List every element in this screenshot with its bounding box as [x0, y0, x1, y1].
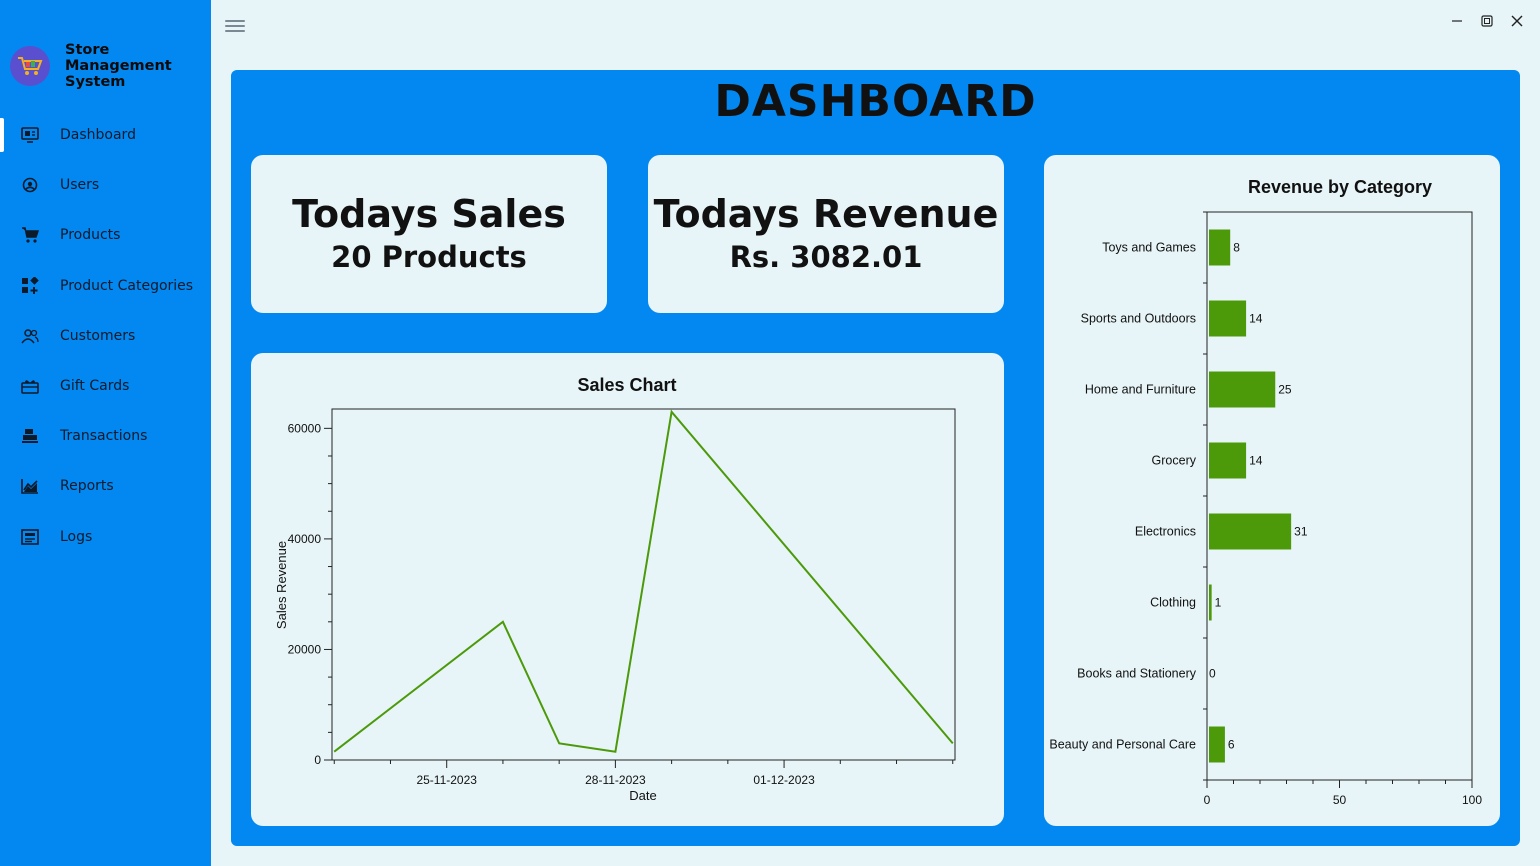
- sales-chart: Sales Chart 0 20000 40000 60000 25-11-2023 28-…: [274, 375, 956, 803]
- chart-icon: [21, 477, 39, 495]
- todays-revenue-card: Todays Revenue Rs. 3082.01: [648, 155, 1004, 313]
- todays-sales-card: Todays Sales 20 Products: [251, 155, 607, 313]
- todays-revenue-title: Todays Revenue: [653, 192, 999, 236]
- sidebar-item-label: Dashboard: [60, 127, 136, 144]
- x-tick-label: 0: [1204, 793, 1211, 807]
- x-tick-label: 01-12-2023: [753, 773, 815, 787]
- app-name-line: System: [65, 74, 126, 90]
- category-label: Home and Furniture: [1085, 383, 1196, 397]
- category-bar: [1209, 300, 1247, 337]
- app-name: Store Management System: [65, 42, 185, 90]
- todays-revenue-value: Rs. 3082.01: [729, 240, 923, 274]
- customers-icon: [21, 327, 39, 345]
- category-label: Books and Stationery: [1077, 667, 1197, 681]
- category-bar: [1209, 229, 1231, 266]
- sidebar-item-label: Customers: [60, 327, 136, 344]
- category-bar: [1209, 584, 1212, 621]
- maximize-icon[interactable]: [1476, 10, 1498, 32]
- y-tick-label: 0: [314, 753, 321, 767]
- todays-sales-value: 20 Products: [331, 240, 527, 274]
- app-name-line: Management: [65, 58, 172, 74]
- category-bar: [1209, 726, 1225, 763]
- todays-sales-title: Todays Sales: [292, 192, 566, 236]
- sidebar-item-label: Logs: [60, 528, 93, 545]
- gift-card-icon: [21, 377, 39, 395]
- sidebar-item-label: Users: [60, 177, 100, 194]
- dashboard-icon: [21, 126, 39, 144]
- bar-value-label: 31: [1294, 525, 1308, 539]
- bar-value-label: 14: [1249, 454, 1263, 468]
- x-tick-label: 28-11-2023: [585, 773, 646, 787]
- x-axis-label: Date: [629, 788, 656, 803]
- category-chart-title: Revenue by Category: [1248, 177, 1432, 197]
- bar-value-label: 6: [1228, 738, 1235, 752]
- bar-value-label: 1: [1215, 596, 1222, 610]
- y-axis-label: Sales Revenue: [274, 541, 289, 629]
- app-name-line: Store: [65, 42, 110, 58]
- sidebar-item-product-categories[interactable]: Product Categories: [0, 261, 211, 311]
- close-icon[interactable]: [1506, 10, 1528, 32]
- categories-icon: [21, 276, 39, 295]
- page-title: DASHBOARD: [714, 76, 1037, 127]
- hamburger-menu-icon[interactable]: [225, 18, 245, 36]
- sidebar-item-gift-cards[interactable]: Gift Cards: [0, 361, 211, 411]
- brand: Store Management System: [10, 42, 185, 90]
- sidebar-item-transactions[interactable]: Transactions: [0, 411, 211, 461]
- shopping-cart-logo-icon: [10, 46, 50, 86]
- users-icon: [21, 176, 39, 194]
- sidebar-nav: Dashboard Users Products Product Categor…: [0, 110, 211, 562]
- bar-value-label: 14: [1249, 312, 1263, 326]
- register-icon: [21, 427, 39, 445]
- x-tick-label: 25-11-2023: [416, 773, 477, 787]
- category-label: Beauty and Personal Care: [1049, 738, 1196, 752]
- sidebar: Store Management System Dashboard Users …: [0, 0, 211, 866]
- category-bar: [1209, 513, 1292, 550]
- category-label: Grocery: [1152, 454, 1197, 468]
- revenue-by-category-chart: Revenue by Category 0 50 100 Toys and Games 8…: [1049, 177, 1482, 807]
- bar-value-label: 25: [1278, 383, 1292, 397]
- sidebar-item-logs[interactable]: Logs: [0, 512, 211, 562]
- x-tick-label: 100: [1462, 793, 1482, 807]
- sidebar-item-users[interactable]: Users: [0, 160, 211, 210]
- category-chart-plot-frame: [1206, 211, 1473, 781]
- category-bar: [1209, 442, 1247, 479]
- y-tick-label: 60000: [288, 421, 322, 435]
- bar-value-label: 0: [1209, 667, 1216, 681]
- sales-chart-card: Sales Chart 0 20000 40000 60000 25-11-2023 28-…: [251, 353, 1004, 826]
- sidebar-item-products[interactable]: Products: [0, 210, 211, 260]
- category-label: Toys and Games: [1102, 241, 1196, 255]
- bar-value-label: 8: [1233, 241, 1240, 255]
- sidebar-item-reports[interactable]: Reports: [0, 461, 211, 511]
- dashboard-panel: DASHBOARD Todays Sales 20 Products Today…: [231, 70, 1520, 846]
- sidebar-item-label: Reports: [60, 478, 114, 495]
- sidebar-item-label: Transactions: [60, 428, 148, 445]
- sidebar-item-label: Products: [60, 227, 121, 244]
- y-tick-label: 20000: [288, 642, 322, 656]
- y-tick-label: 40000: [288, 532, 322, 546]
- x-tick-label: 50: [1333, 793, 1347, 807]
- category-bar: [1209, 371, 1276, 408]
- category-label: Sports and Outdoors: [1081, 312, 1196, 326]
- sidebar-item-customers[interactable]: Customers: [0, 311, 211, 361]
- sales-series-line: [333, 409, 954, 753]
- sidebar-item-label: Product Categories: [60, 277, 194, 294]
- revenue-by-category-card: Revenue by Category 0 50 100 Toys and Games 8…: [1044, 155, 1500, 826]
- sidebar-item-dashboard[interactable]: Dashboard: [0, 110, 211, 160]
- sales-chart-title: Sales Chart: [577, 375, 676, 395]
- category-label: Clothing: [1150, 596, 1196, 610]
- sidebar-item-label: Gift Cards: [60, 378, 130, 395]
- log-icon: [21, 528, 39, 546]
- cart-icon: [21, 226, 39, 244]
- category-label: Electronics: [1135, 525, 1196, 539]
- minimize-icon[interactable]: [1446, 10, 1468, 32]
